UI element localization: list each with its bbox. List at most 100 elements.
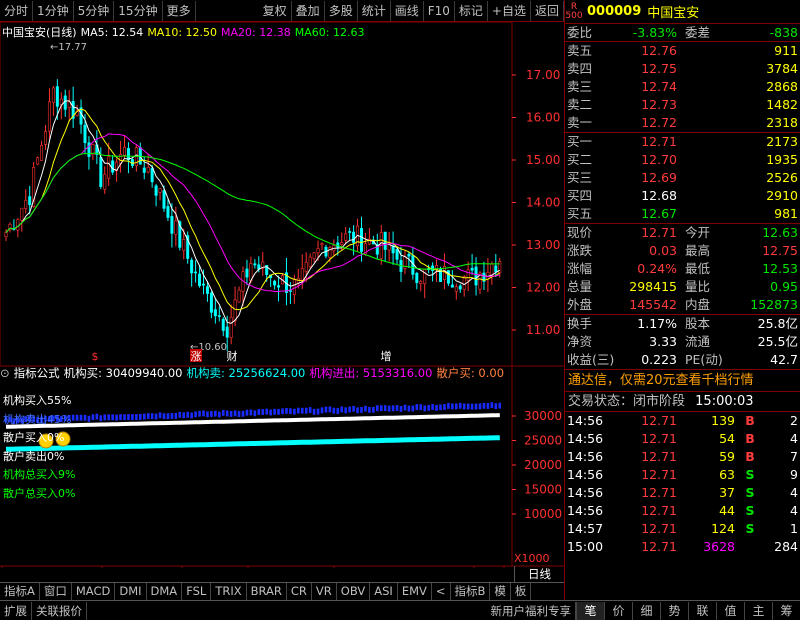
indicator-tab[interactable]: OBV [337,583,371,600]
indicator-tab[interactable]: ASI [370,583,398,600]
toolbar-item[interactable]: 统计 [358,0,391,21]
indicator-tab[interactable]: BRAR [247,583,287,600]
indicator-tab[interactable]: TRIX [211,583,247,600]
tick-row[interactable]: 14:56 12.71 54 B 4 [565,430,800,448]
indicator-bar [154,413,158,420]
order-volume: 911 [774,43,798,58]
price-tick-label: 14.00 [526,196,560,210]
panel-switch-button[interactable]: 价 [604,601,632,620]
indicator-legend-item: 机构买入55% [3,394,72,407]
promo-link[interactable]: 新用户福利专享 [487,601,576,620]
panel-switch-button[interactable]: 势 [660,601,688,620]
panel-switch-button[interactable]: 细 [632,601,660,620]
indicator-tab[interactable]: < [432,583,451,600]
indicator-value: 机构卖: 25256624.00 [186,366,306,380]
tick-row[interactable]: 14:57 12.71 124 S 1 [565,520,800,538]
promo-banner[interactable]: 通达信，仅需20元查看千档行情 [565,370,800,392]
bottom-button[interactable]: 扩展 [0,601,32,620]
toolbar-item[interactable]: F10 [424,0,455,21]
order-book-row[interactable]: 卖五 12.76 911 [565,42,800,60]
indicator-bar [115,414,118,421]
candle-body [36,157,40,165]
indicator-tab[interactable]: CR [287,583,312,600]
candle-body [4,232,8,238]
indicator-bar [214,410,217,417]
ma-value: MA20: 12.38 [221,26,291,39]
kline-chart-canvas[interactable]: 17.00 16.00 15.00 14.00 13.00 12.00 11.00 ←17.7… [0,21,564,582]
candle-body [24,199,28,209]
order-book-row[interactable]: 买五 12.67 981 [565,205,800,223]
toolbar-item[interactable]: 返回 [531,0,564,21]
indicator-bar [379,405,383,412]
period-label[interactable]: 日线 [514,566,564,582]
tick-row[interactable]: 14:56 12.71 63 S 9 [565,466,800,484]
order-book-row[interactable]: 卖三 12.74 2868 [565,78,800,96]
tick-row[interactable]: 14:56 12.71 59 B 7 [565,448,800,466]
indicator-header: ⊙ 指标公式 机构买: 30409940.00 机构卖: 25256624.00 机构进… [0,364,512,382]
order-book-row[interactable]: 卖四 12.75 3784 [565,60,800,78]
tick-row[interactable]: 14:56 12.71 44 S 4 [565,502,800,520]
indicator-tab[interactable]: DMA [147,583,183,600]
toolbar-item[interactable]: 分时 [0,0,34,21]
indicator-bar [194,411,197,418]
stat-label: 最低 [685,261,711,276]
indicator-bar [458,402,462,409]
indicator-tab[interactable]: 指标B [451,583,491,600]
order-book-row[interactable]: 买二 12.70 1935 [565,151,800,169]
candle-body [154,185,158,196]
indicator-tab[interactable]: 指标A [0,583,40,600]
stat-value: 25.8亿 [757,316,798,331]
candle-body [474,266,478,286]
tick-row[interactable]: 15:00 12.71 3628 284 [565,538,800,556]
collapse-icon[interactable]: ⊙ [0,366,10,380]
indicator-bar [372,406,375,413]
candle-body [202,283,206,286]
indicator-bar [423,405,426,412]
candle-body [423,269,427,284]
toolbar-item[interactable]: 5分钟 [74,0,115,21]
order-book-row[interactable]: 卖一 12.72 2318 [565,114,800,132]
order-book-row[interactable]: 买四 12.68 2910 [565,187,800,205]
tick-row[interactable]: 14:56 12.71 37 S 4 [565,484,800,502]
panel-switch-button[interactable]: 筹 [772,601,800,620]
toolbar-item[interactable]: 1分钟 [33,0,74,21]
fundamental-row: 净资 3.33 流通 25.5亿 [565,333,800,351]
panel-switch-button[interactable]: 联 [688,601,716,620]
toolbar-item[interactable]: 多股 [325,0,358,21]
order-volume: 2318 [766,115,798,130]
indicator-tab[interactable]: FSL [182,583,212,600]
indicator-tab[interactable]: MACD [72,583,116,600]
toolbar-item[interactable]: +自选 [488,0,531,21]
panel-switch-button[interactable]: 主 [744,601,772,620]
order-book-row[interactable]: 买三 12.69 2526 [565,169,800,187]
toolbar-item[interactable]: 画线 [391,0,424,21]
indicator-bar [407,405,411,412]
indicator-bar [348,406,351,413]
toolbar-item[interactable]: 15分钟 [114,0,163,21]
panel-switch-button[interactable]: 值 [716,601,744,620]
indicator-tab[interactable]: DMI [115,583,147,600]
tick-list[interactable]: 14:56 12.71 139 B 2 14:56 12.71 54 B 4 14:56 12.71 5… [565,412,800,556]
candle-body [352,231,356,243]
order-book-row[interactable]: 卖二 12.73 1482 [565,96,800,114]
indicator-tab[interactable]: VR [312,583,337,600]
order-price: 12.67 [641,206,677,221]
order-level-label: 卖五 [567,43,593,58]
tick-price: 12.71 [641,467,677,482]
panel-switch-button[interactable]: 笔 [576,601,604,620]
order-level-label: 卖二 [567,97,593,112]
indicator-tab[interactable]: EMV [398,583,432,600]
indicator-tab[interactable]: 板 [511,583,532,600]
candle-body [288,290,292,292]
order-book-row[interactable]: 买一 12.71 2173 [565,133,800,151]
price-tick-label: 12.00 [526,281,560,295]
toolbar-item[interactable]: 标记 [455,0,488,21]
toolbar-item[interactable]: 更多 [163,0,196,21]
tick-row[interactable]: 14:56 12.71 139 B 2 [565,412,800,430]
chart-area[interactable]: 17.00 16.00 15.00 14.00 13.00 12.00 11.00 ←17.7… [0,21,564,582]
toolbar-item[interactable]: 复权 [259,0,292,21]
toolbar-item[interactable]: 叠加 [292,0,325,21]
bottom-button[interactable]: 关联报价 [32,601,87,620]
indicator-tab[interactable]: 模 [490,583,511,600]
indicator-tab[interactable]: 窗口 [40,583,72,600]
